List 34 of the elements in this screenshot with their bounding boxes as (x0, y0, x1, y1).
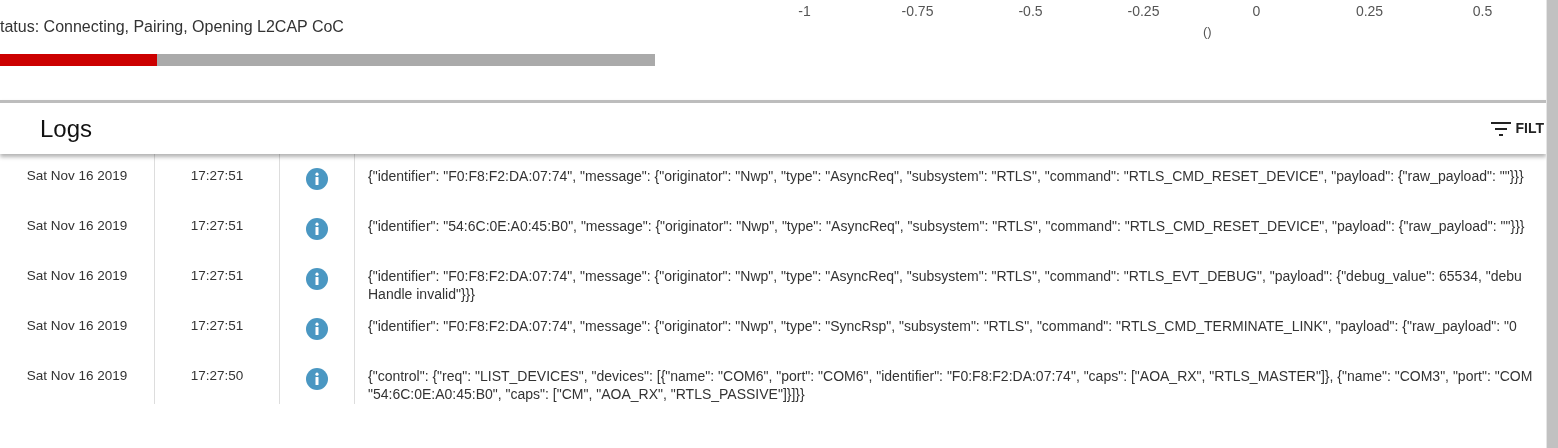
axis-tick-label: -0.75 (901, 2, 934, 20)
log-message: {"control": {"req": "LIST_DEVICES", "devices": [{"name": "COM6", "port": "COM6", "identifier": "F0:F8:F2:DA:07:74", "caps": ["AOA_RX", "RTLS_MASTER"]}, {"name": "COM3", "port": "COM (368, 367, 1533, 385)
axis-tick-label: -0.25 (1127, 2, 1160, 20)
axis-tick-label: 0.5 (1472, 2, 1493, 20)
info-icon (306, 168, 328, 190)
log-message: Handle invalid"}}} (368, 285, 476, 303)
time-cell-text: 17:27:51 (190, 217, 244, 235)
filter-icon (1491, 121, 1512, 136)
axis-tick-label: 0.25 (1355, 2, 1384, 20)
time-cell-text: 17:27:51 (190, 267, 244, 285)
axis-tick-label: 0 (1252, 2, 1261, 20)
date-cell-text: Sat Nov 16 2019 (26, 267, 128, 285)
time-cell-text: 17:27:51 (190, 167, 244, 185)
info-icon (306, 268, 328, 290)
log-message: "54:6C:0E:A0:45:B0", "caps": ["CM", "AOA_RX", "RTLS_PASSIVE"]}]}} (368, 385, 806, 403)
axis-label: () (1203, 24, 1213, 40)
info-icon (306, 368, 328, 390)
date-cell-text: Sat Nov 16 2019 (26, 317, 128, 335)
log-message: {"identifier": "F0:F8:F2:DA:07:74", "message": {"originator": "Nwp", "type": "AsyncReq", "subsystem": "RTLS", "command": "RTLS_EVT_DEBUG", "payload": {"debug_value": 65534, "debu (368, 267, 1522, 285)
logs-title: Logs (40, 113, 93, 144)
date-cell-text: Sat Nov 16 2019 (26, 367, 128, 385)
log-message: {"identifier": "F0:F8:F2:DA:07:74", "message": {"originator": "Nwp", "type": "AsyncReq", "subsystem": "RTLS", "command": "RTLS_CMD_RESET_DEVICE", "payload": {"raw_payload": ""}}} (368, 167, 1524, 185)
info-icon (306, 318, 328, 340)
date-cell-text: Sat Nov 16 2019 (26, 217, 128, 235)
status-text: tatus: Connecting, Pairing, Opening L2CAP CoC (0, 17, 345, 37)
time-cell-text: 17:27:50 (190, 367, 244, 385)
axis-tick-label: -0.5 (1018, 2, 1043, 20)
time-cell-text: 17:27:51 (190, 317, 244, 335)
log-message: {"identifier": "54:6C:0E:A0:45:B0", "message": {"originator": "Nwp", "type": "AsyncReq", "subsystem": "RTLS", "command": "RTLS_CMD_RESET_DEVICE", "payload": {"raw_payload": ""}}} (368, 217, 1525, 235)
log-message: {"identifier": "F0:F8:F2:DA:07:74", "message": {"originator": "Nwp", "type": "SyncRsp", "subsystem": "RTLS", "command": "RTLS_CMD_TERMINATE_LINK", "payload": {"raw_payload": "0 (368, 317, 1517, 335)
date-cell-text: Sat Nov 16 2019 (26, 167, 128, 185)
axis-tick-label: -1 (798, 2, 811, 20)
info-icon (306, 218, 328, 240)
filter-button[interactable]: FILT (1491, 118, 1544, 139)
